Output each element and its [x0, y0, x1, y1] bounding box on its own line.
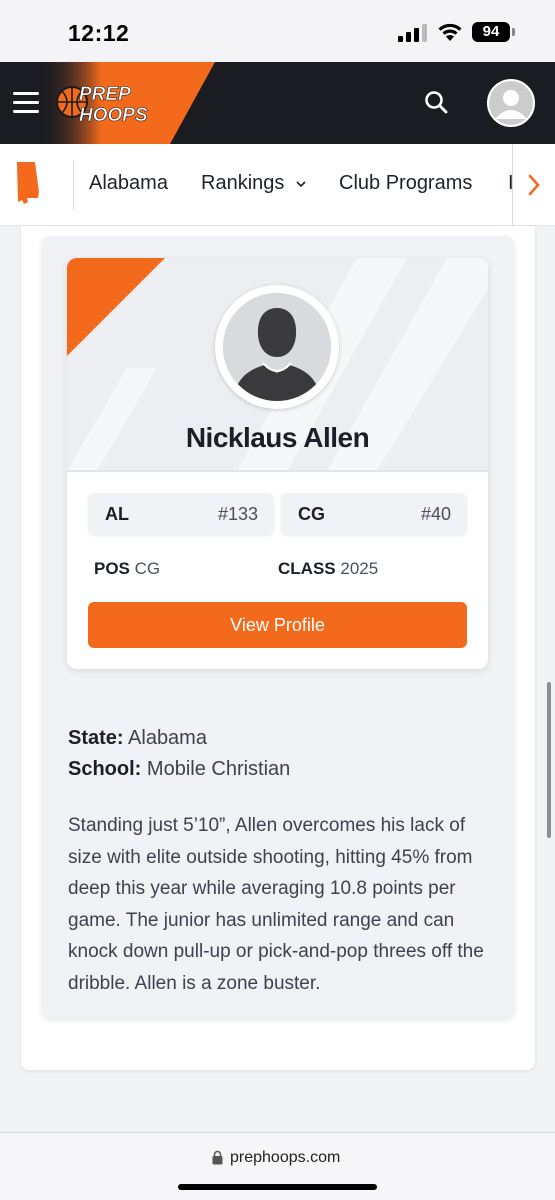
logo-text-hoops: HOOPS	[79, 105, 148, 126]
site-header: PREP HOOPS	[0, 62, 555, 144]
chevron-down-icon	[296, 181, 306, 187]
card-divider	[67, 470, 488, 472]
position-rank-value: #40	[420, 504, 451, 524]
player-card: Nicklaus Allen AL #133 CG #40 POS CG CLA…	[67, 258, 488, 669]
player-silhouette-icon	[223, 293, 331, 401]
battery-tip	[512, 28, 515, 36]
state-label: State:	[68, 727, 124, 749]
search-icon[interactable]	[423, 89, 449, 115]
class-value: 2025	[340, 559, 379, 578]
browser-url-bar[interactable]: prephoops.com	[0, 1132, 555, 1200]
nav-item-rankings[interactable]: Rankings	[201, 172, 306, 195]
chevron-right-icon[interactable]	[527, 174, 541, 196]
class-info: CLASS 2025	[278, 559, 378, 579]
battery-indicator: 94	[472, 22, 510, 42]
nav-item-alabama[interactable]: Alabama	[89, 172, 168, 195]
player-card-header: Nicklaus Allen	[67, 258, 488, 471]
user-silhouette-icon	[489, 81, 533, 125]
nav-item-rankings-label: Rankings	[201, 172, 285, 194]
menu-icon[interactable]	[13, 92, 39, 114]
position-rank-badge[interactable]: CG #40	[281, 493, 467, 535]
school-value: Mobile Christian	[146, 758, 291, 780]
class-label: CLASS	[278, 559, 336, 578]
status-bar: 12:12 94	[0, 0, 555, 62]
wifi-icon	[438, 23, 462, 41]
state-rank-label: AL	[105, 504, 129, 524]
scrollbar[interactable]	[547, 682, 551, 838]
cellular-signal-icon	[398, 24, 427, 42]
user-avatar[interactable]	[487, 79, 535, 127]
pos-label: POS	[94, 559, 130, 578]
pos-value: CG	[134, 559, 161, 578]
state-line: State: Alabama	[68, 727, 207, 750]
player-headshot	[215, 285, 339, 409]
alabama-map-icon[interactable]	[15, 162, 41, 208]
state-rank-value: #133	[217, 504, 258, 524]
lock-icon	[212, 1150, 223, 1165]
nav-divider-right	[512, 144, 513, 225]
url-text: prephoops.com	[230, 1149, 341, 1166]
status-time: 12:12	[68, 20, 130, 46]
position-rank-label: CG	[298, 504, 325, 524]
home-indicator[interactable]	[178, 1184, 377, 1190]
state-rank-badge[interactable]: AL #133	[88, 493, 274, 535]
school-label: School:	[68, 758, 142, 780]
nav-item-club-programs[interactable]: Club Programs	[339, 172, 472, 195]
player-name: Nicklaus Allen	[185, 422, 370, 453]
player-bio: Standing just 5’10”, Allen overcomes his…	[68, 815, 484, 994]
view-profile-button[interactable]: View Profile	[88, 602, 467, 648]
state-nav-bar: Alabama Rankings Club Programs I	[0, 144, 555, 226]
prephoops-logo[interactable]: PREP HOOPS	[55, 78, 165, 128]
state-value: Alabama	[128, 727, 207, 749]
nav-divider	[73, 160, 74, 210]
position-info: POS CG	[94, 559, 160, 579]
logo-text-prep: PREP	[79, 84, 131, 105]
school-line: School: Mobile Christian	[68, 758, 290, 781]
